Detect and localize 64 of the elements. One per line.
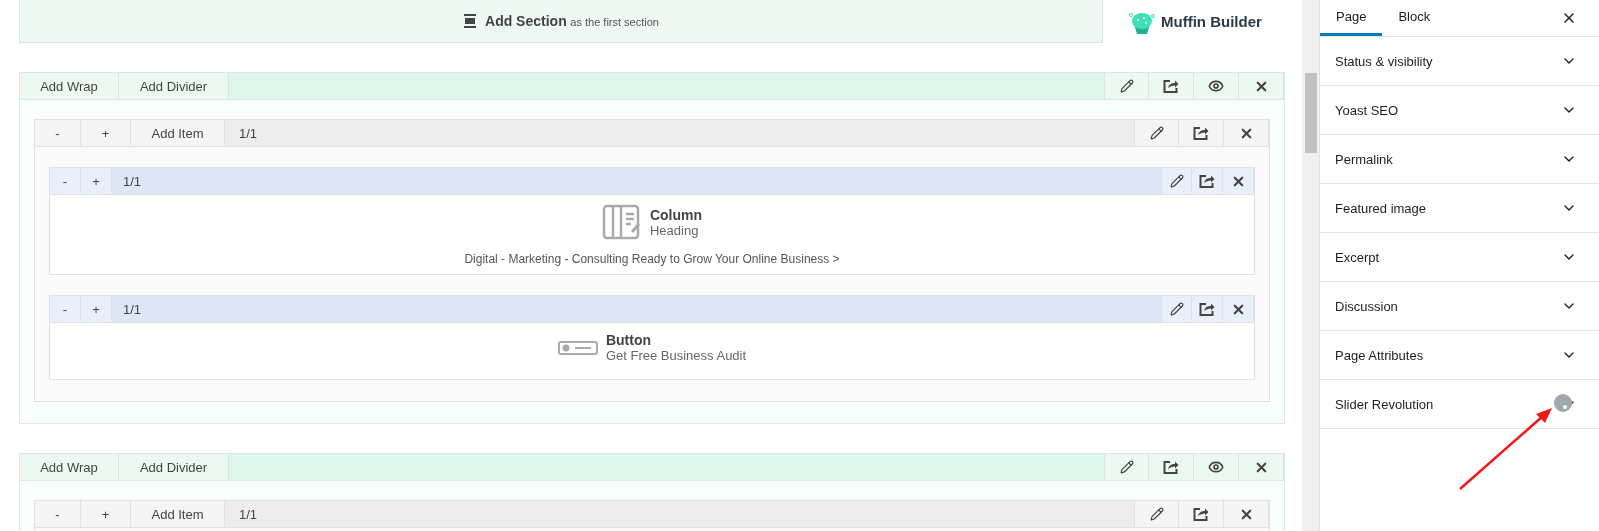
share-button[interactable] <box>1192 168 1223 194</box>
decrease-button[interactable]: - <box>50 168 81 194</box>
element-content: Digital - Marketing - Consulting Ready to Grow Your Online Business > <box>464 252 840 266</box>
share-icon <box>1163 460 1179 474</box>
pencil-icon <box>1149 126 1164 140</box>
eye-icon <box>1208 459 1224 475</box>
share-icon <box>1193 126 1209 140</box>
increase-button[interactable]: + <box>81 168 112 194</box>
edit-button[interactable] <box>1161 296 1192 322</box>
share-button[interactable] <box>1149 73 1194 99</box>
share-icon <box>1199 174 1215 188</box>
share-icon <box>1193 507 1209 521</box>
share-icon <box>1163 79 1179 93</box>
sidebar-tab[interactable]: Block <box>1382 0 1447 36</box>
pencil-icon <box>1169 302 1184 316</box>
add-wrap-button[interactable]: Add Wrap <box>20 454 119 480</box>
add-section-button[interactable]: Add Section as the first section <box>19 0 1103 43</box>
element-subtitle: Get Free Business Audit <box>605 348 747 363</box>
edit-button[interactable] <box>1161 168 1192 194</box>
decrease-button[interactable]: - <box>50 296 81 322</box>
add-wrap-button[interactable]: Add Wrap <box>20 73 119 99</box>
size-label: 1/1 <box>122 172 142 191</box>
element-title: Column <box>649 206 703 223</box>
size-label: 1/1 <box>122 300 142 319</box>
delete-button[interactable] <box>1239 73 1284 99</box>
delete-button[interactable] <box>1224 501 1269 527</box>
delete-button[interactable] <box>1223 296 1254 322</box>
edit-button[interactable] <box>1104 73 1149 99</box>
share-button[interactable] <box>1149 454 1194 480</box>
decrease-button[interactable]: - <box>35 501 81 527</box>
element-title: Button <box>605 332 652 348</box>
size-label: 1/1 <box>238 124 258 143</box>
section-icon <box>463 14 477 28</box>
pencil-icon <box>1169 174 1184 188</box>
edit-button[interactable] <box>1134 501 1179 527</box>
insert-button[interactable]: Add Divider <box>119 454 229 480</box>
edit-button[interactable] <box>1104 454 1149 480</box>
increase-button[interactable]: + <box>81 501 131 527</box>
delete-button[interactable] <box>1224 120 1269 146</box>
eye-icon <box>1208 78 1224 94</box>
pencil-icon <box>1119 460 1134 474</box>
pencil-icon <box>1119 79 1134 93</box>
share-button[interactable] <box>1179 501 1224 527</box>
size-label: 1/1 <box>238 505 258 524</box>
delete-button[interactable] <box>1239 454 1284 480</box>
delete-button[interactable] <box>1223 168 1254 194</box>
scrollbar-thumb[interactable] <box>1304 73 1317 153</box>
pencil-icon <box>1149 507 1164 521</box>
add-item-button[interactable]: Add Item <box>131 501 225 527</box>
element-subtitle: Heading <box>649 222 700 238</box>
share-button[interactable] <box>1192 296 1223 322</box>
increase-button[interactable]: + <box>81 120 131 146</box>
add-item-button[interactable]: Add Item <box>131 120 225 146</box>
share-button[interactable] <box>1179 120 1224 146</box>
button-element-icon <box>557 339 598 356</box>
logo-text: Muffin Builder <box>1161 13 1262 30</box>
decrease-button[interactable]: - <box>35 120 81 146</box>
edit-button[interactable] <box>1134 120 1179 146</box>
insert-button[interactable]: Add Divider <box>119 73 229 99</box>
increase-button[interactable]: + <box>81 296 112 322</box>
preview-button[interactable] <box>1194 454 1239 480</box>
column-icon <box>601 204 642 240</box>
preview-button[interactable] <box>1194 73 1239 99</box>
share-icon <box>1199 302 1215 316</box>
